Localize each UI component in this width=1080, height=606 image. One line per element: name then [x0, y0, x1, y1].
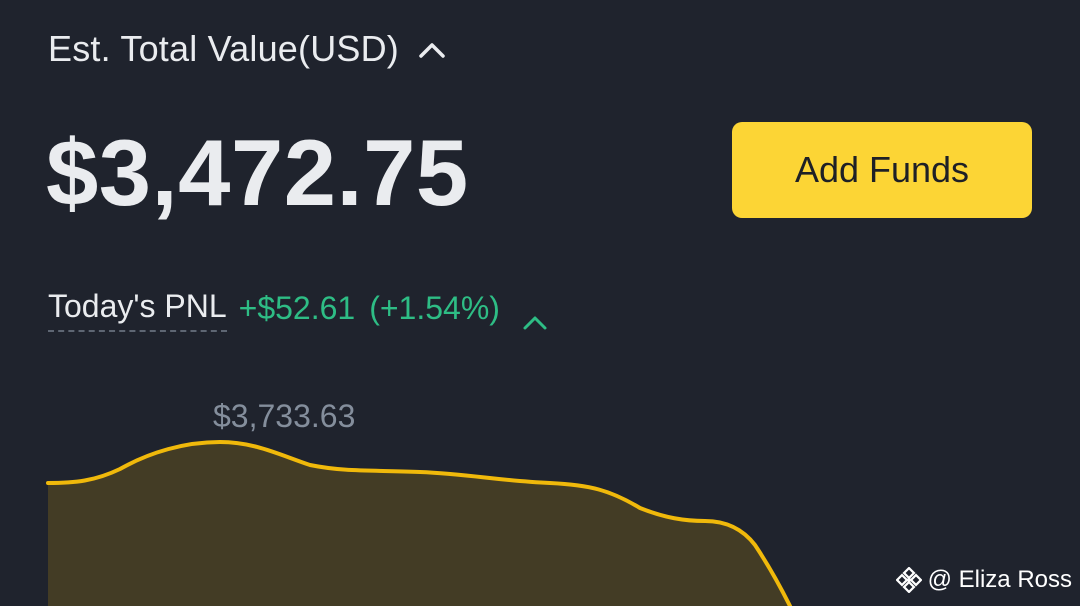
pnl-percent: (+1.54%) [369, 290, 500, 326]
chart-area-fill [48, 442, 790, 606]
chart-line [46, 440, 792, 606]
watermark-text: @ Eliza Ross [927, 566, 1072, 593]
chart-peak-value-label: $3,733.63 [213, 398, 356, 434]
watermark: @ Eliza Ross [895, 566, 1072, 594]
todays-pnl-label[interactable]: Today's PNL [48, 284, 227, 332]
est-total-value-header[interactable]: Est. Total Value(USD) [48, 24, 447, 74]
pnl-value: +$52.61 [238, 290, 356, 326]
chevron-up-icon[interactable] [417, 39, 447, 61]
binance-logo-icon [895, 566, 923, 594]
est-total-value-label: Est. Total Value(USD) [48, 28, 399, 69]
chevron-up-icon[interactable] [522, 299, 548, 330]
total-value-amount: $3,472.75 [46, 120, 469, 225]
todays-pnl-row: Today's PNL +$52.61 (+1.54%) [48, 284, 548, 332]
add-funds-button[interactable]: Add Funds [732, 122, 1032, 218]
